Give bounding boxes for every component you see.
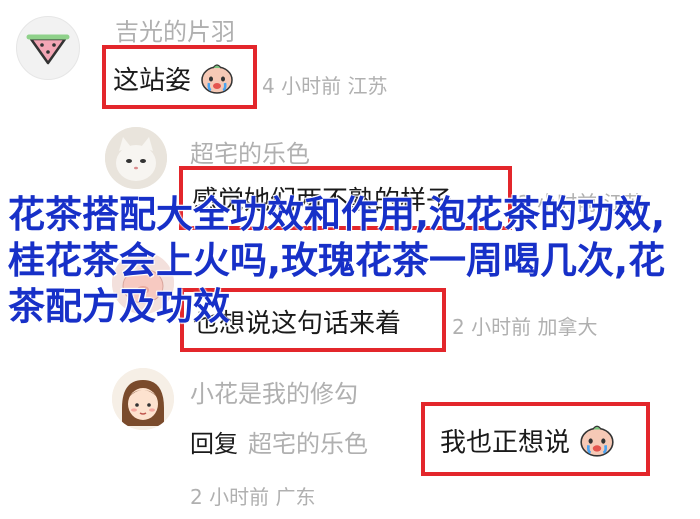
reply-label: 回复 (190, 430, 238, 458)
comment-meta: 2 小时前 广东 (190, 485, 316, 509)
comment-text: 这站姿 (113, 60, 235, 103)
comment-username[interactable]: 吉光的片羽 (115, 12, 235, 47)
avatar[interactable] (16, 16, 80, 80)
comment-username[interactable]: 超宅的乐色 (190, 134, 310, 169)
watermelon-icon (26, 34, 70, 65)
overlay-headline: 花茶搭配大全功效和作用,泡花茶的功效,桂花茶会上火吗,玫瑰花茶一周喝几次,花茶配… (8, 193, 666, 328)
girl-avatar-icon (112, 368, 174, 430)
avatar[interactable] (112, 368, 174, 430)
crying-face-icon (199, 60, 235, 103)
cat-avatar-icon (105, 127, 167, 189)
comment-username[interactable]: 小花是我的修勾 (190, 374, 358, 409)
comment-text-content: 我也正想说 (440, 428, 571, 458)
crying-face-icon (578, 421, 616, 466)
avatar[interactable] (105, 127, 167, 189)
comment-text-content: 这站姿 (113, 66, 192, 96)
comment-text: 我也正想说 (440, 421, 616, 466)
comment-meta: 4 小时前 江苏 (262, 74, 388, 98)
reply-to-username[interactable]: 超宅的乐色 (248, 430, 368, 458)
reply-line: 回复 超宅的乐色 (190, 424, 368, 459)
